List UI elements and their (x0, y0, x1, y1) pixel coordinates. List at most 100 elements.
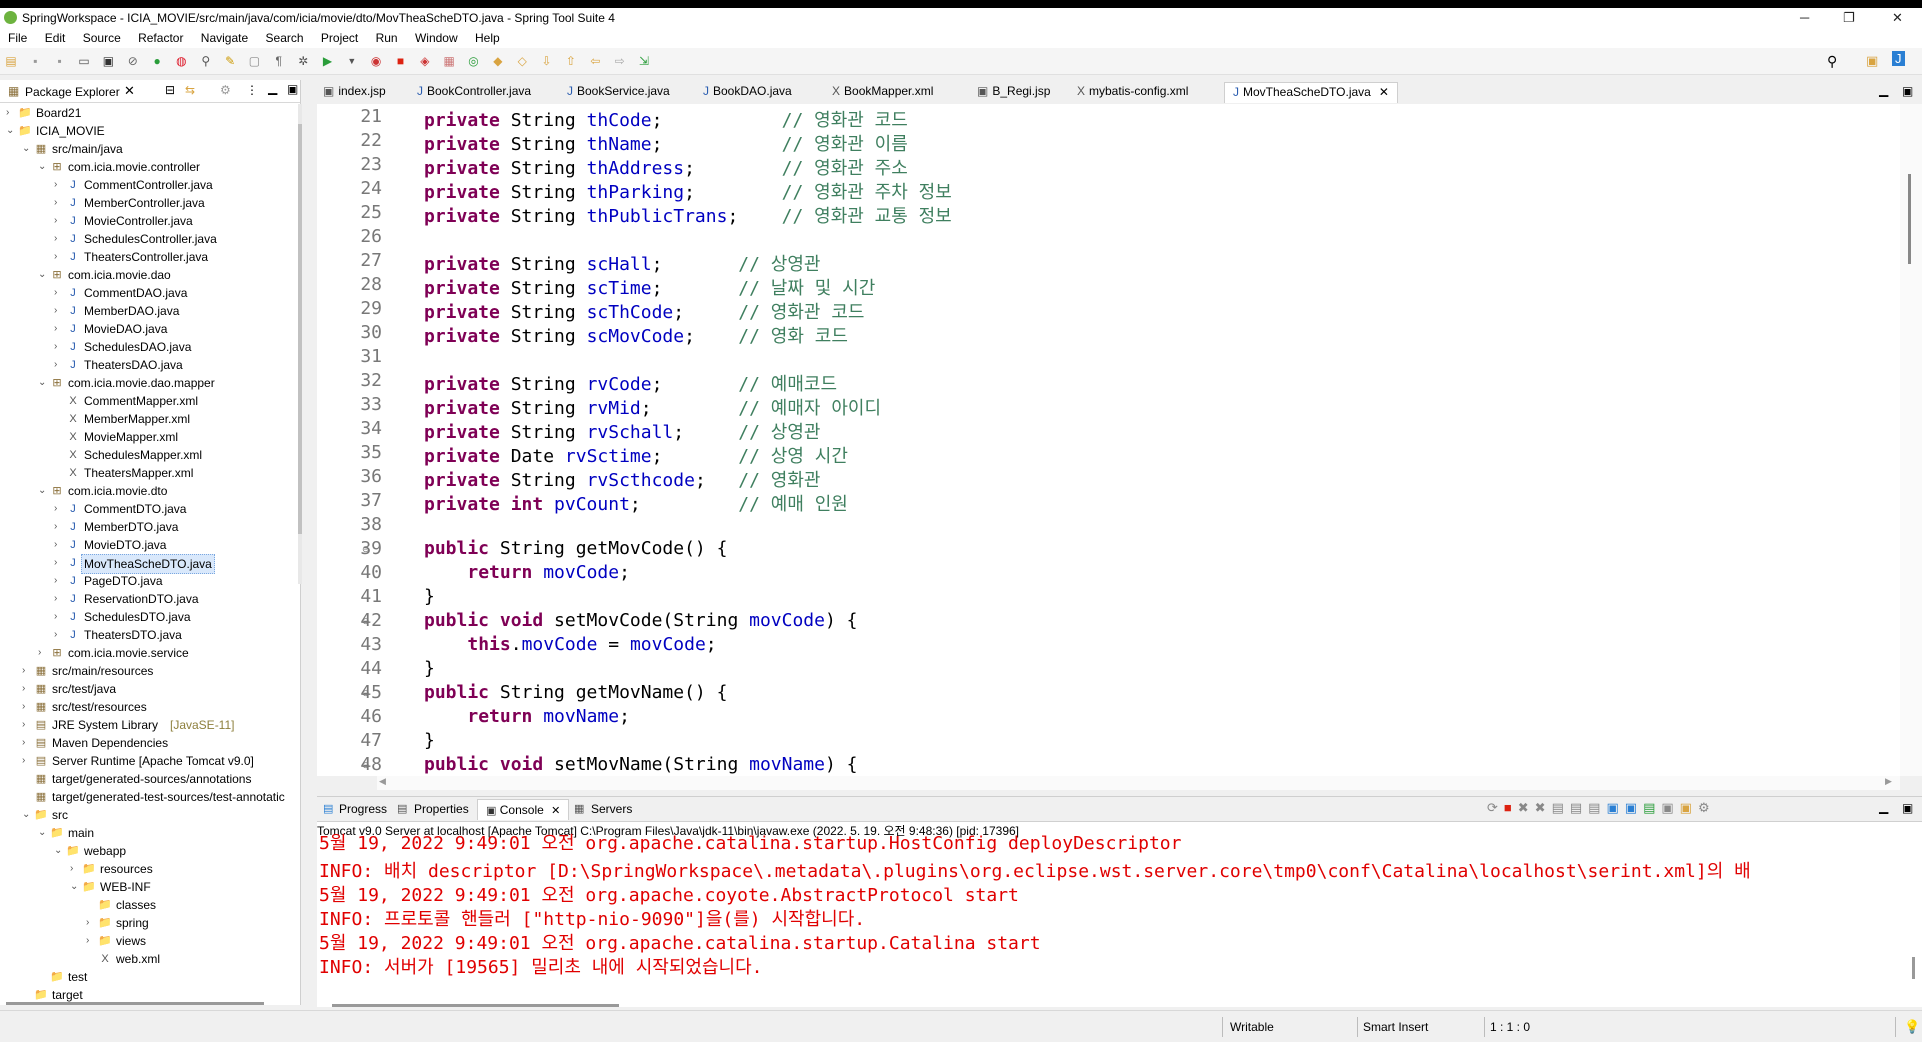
tree-item[interactable]: Xweb.xml (0, 950, 295, 968)
tree-item[interactable]: X TheatersMapper.xml (0, 464, 295, 482)
tree-item[interactable]: › J MovieDAO.java (0, 320, 295, 338)
code-editor[interactable]: 21 22 23 24 25 26 27 28 29 30 31 32 33 34 35 36 37 38 39 ⊖ 4… (317, 104, 1922, 790)
menu-search[interactable]: Search (258, 28, 310, 45)
fold-toggle-icon[interactable]: ⊖ (362, 544, 370, 555)
editor-tab[interactable]: X BookMapper.xml (832, 84, 933, 98)
tree-item[interactable]: › J MovieController.java (0, 212, 295, 230)
collapsed-chevron-icon[interactable]: › (54, 572, 64, 590)
collapsed-chevron-icon[interactable]: › (54, 320, 64, 338)
link-with-editor-icon[interactable]: ⇆ (185, 83, 195, 97)
collapsed-chevron-icon[interactable]: › (86, 932, 96, 950)
console-vscrollbar[interactable] (1912, 957, 1915, 979)
menu-edit[interactable]: Edit (37, 28, 72, 45)
package-explorer-tab[interactable]: ▦ Package Explorer ✕ ⊟ ⇆ ⚙ ⋮ ▁ ▣ (0, 80, 300, 103)
tree-item[interactable]: › ▤ Maven Dependencies (0, 734, 295, 752)
tree-item[interactable]: ▦ target/generated-sources/annotations (0, 770, 295, 788)
collapsed-chevron-icon[interactable]: › (54, 302, 64, 320)
coverage-icon[interactable]: ◉ (368, 53, 384, 69)
expanded-chevron-icon[interactable]: ⌄ (38, 482, 48, 500)
menu-help[interactable]: Help (467, 28, 506, 45)
stop-icon[interactable]: ■ (393, 53, 409, 69)
collapsed-chevron-icon[interactable]: › (86, 914, 96, 932)
view-menu-icon[interactable]: ⋮ (246, 83, 258, 97)
collapsed-chevron-icon[interactable]: › (54, 248, 64, 266)
menu-window[interactable]: Window (407, 28, 464, 45)
fold-toggle-icon[interactable]: ⊖ (362, 616, 370, 627)
filter-icon[interactable]: ⚙ (220, 83, 231, 97)
terminal-icon[interactable]: ▣ (100, 53, 116, 69)
tree-item[interactable]: › J CommentDTO.java (0, 500, 295, 518)
editor-tab[interactable]: J BookController.java (417, 84, 531, 98)
collapsed-chevron-icon[interactable]: › (54, 500, 64, 518)
tree-item[interactable]: › 📁 Board21 (0, 104, 295, 122)
editor-tab[interactable]: J BookService.java (567, 84, 670, 98)
tree-item[interactable]: ⌄ 📁 ICIA_MOVIE (0, 122, 295, 140)
menu-run[interactable]: Run (368, 28, 404, 45)
tree-item[interactable]: ⌄ ⊞ com.icia.movie.controller (0, 158, 295, 176)
run-dropdown-icon[interactable]: ▼ (344, 53, 360, 69)
tree-item[interactable]: › 📁 spring (0, 914, 295, 932)
expanded-chevron-icon[interactable]: ⌄ (70, 878, 80, 896)
collapsed-chevron-icon[interactable]: › (22, 680, 32, 698)
tree-item[interactable]: › J TheatersController.java (0, 248, 295, 266)
pilcrow-icon[interactable]: ¶ (271, 53, 287, 69)
tree-item[interactable]: X CommentMapper.xml (0, 392, 295, 410)
tree-item[interactable]: › J MovieDTO.java (0, 536, 295, 554)
collapsed-chevron-icon[interactable]: › (22, 716, 32, 734)
collapsed-chevron-icon[interactable]: › (54, 338, 64, 356)
skip-breakpoints-icon[interactable]: ⊘ (125, 53, 141, 69)
open-type-icon[interactable]: ◆ (490, 53, 506, 69)
editor-tab[interactable]: ▣ index.jsp (323, 84, 386, 98)
tree-item[interactable]: › ▤ Server Runtime [Apache Tomcat v9.0] (0, 752, 295, 770)
tree-item[interactable]: ⌄ ▦ src/main/java (0, 140, 295, 158)
fold-toggle-icon[interactable]: ⊖ (362, 688, 370, 699)
quick-access-search-icon[interactable]: ⚲ (1827, 53, 1837, 70)
tree-item[interactable]: X SchedulesMapper.xml (0, 446, 295, 464)
close-tab-icon[interactable]: ✕ (1379, 85, 1389, 99)
tree-item[interactable]: X MemberMapper.xml (0, 410, 295, 428)
collapsed-chevron-icon[interactable]: › (38, 644, 48, 662)
tree-item[interactable]: › ▦ src/test/java (0, 680, 295, 698)
pin-editor-icon[interactable]: ⇲ (636, 53, 652, 69)
expanded-chevron-icon[interactable]: ⌄ (22, 806, 32, 824)
tree-item[interactable]: › 📁 views (0, 932, 295, 950)
tree-item[interactable]: ⌄ ⊞ com.icia.movie.dao.mapper (0, 374, 295, 392)
console-hscrollbar[interactable] (332, 1004, 619, 1007)
print-icon[interactable]: ▭ (76, 53, 92, 69)
maximize-view-icon[interactable]: ▣ (287, 82, 298, 96)
expanded-chevron-icon[interactable]: ⌄ (38, 824, 48, 842)
collapsed-chevron-icon[interactable]: › (54, 176, 64, 194)
tree-item[interactable]: ⌄ 📁 src (0, 806, 295, 824)
tree-item[interactable]: ⌄ ⊞ com.icia.movie.dao (0, 266, 295, 284)
tree-item[interactable]: ⌄ 📁 main (0, 824, 295, 842)
tree-scrollbar[interactable] (298, 104, 302, 584)
menu-refactor[interactable]: Refactor (130, 28, 189, 45)
collapsed-chevron-icon[interactable]: › (54, 554, 64, 572)
spring-boot-icon[interactable]: ● (149, 53, 165, 69)
editor-tab[interactable]: J BookDAO.java (703, 84, 792, 98)
new-icon[interactable]: ▤ (3, 53, 19, 69)
collapsed-chevron-icon[interactable]: › (54, 536, 64, 554)
maximize-button[interactable]: ❐ (1843, 10, 1855, 26)
save-all-icon[interactable]: ▪ (52, 53, 68, 69)
tree-item[interactable]: ⌄ 📁 WEB-INF (0, 878, 295, 896)
tree-item[interactable]: › J SchedulesDTO.java (0, 608, 295, 626)
tree-item[interactable]: › J MemberController.java (0, 194, 295, 212)
editor-maximize-icon[interactable]: ▣ (1902, 84, 1913, 98)
collapsed-chevron-icon[interactable]: › (22, 734, 32, 752)
tree-item[interactable]: › ⊞ com.icia.movie.service (0, 644, 295, 662)
forward-icon[interactable]: ⇨ (612, 53, 628, 69)
collapsed-chevron-icon[interactable]: › (54, 626, 64, 644)
open-task-icon[interactable]: ◇ (514, 53, 530, 69)
collapsed-chevron-icon[interactable]: › (54, 212, 64, 230)
tree-hscrollbar[interactable] (6, 1002, 264, 1005)
expanded-chevron-icon[interactable]: ⌄ (54, 842, 64, 860)
collapsed-chevron-icon[interactable]: › (6, 104, 16, 122)
refresh-icon[interactable]: ◍ (173, 53, 189, 69)
close-button[interactable]: ✕ (1892, 10, 1903, 26)
tree-item[interactable]: › J ReservationDTO.java (0, 590, 295, 608)
editor-tab[interactable]: Xmybatis-config.xml (1077, 84, 1188, 98)
highlight-icon[interactable]: ✎ (222, 53, 238, 69)
collapsed-chevron-icon[interactable]: › (70, 860, 80, 878)
back-icon[interactable]: ⇦ (587, 53, 603, 69)
